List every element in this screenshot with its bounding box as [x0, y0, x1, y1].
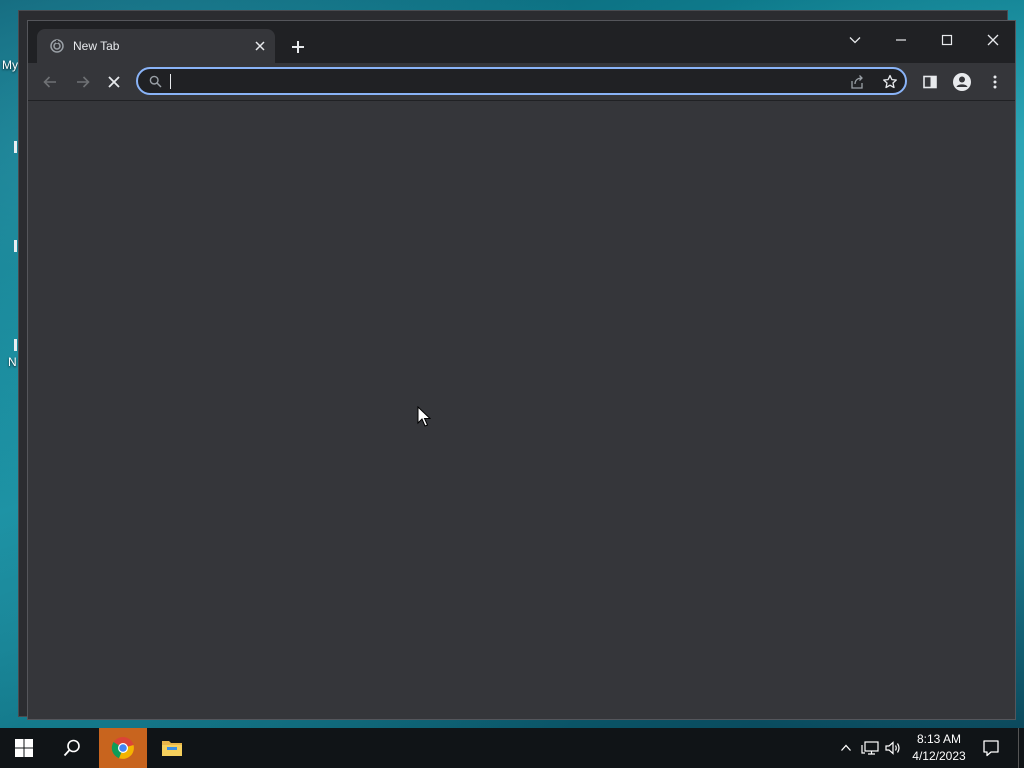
taskbar-file-explorer-button[interactable] — [148, 728, 196, 768]
desktop-icon-stub[interactable] — [14, 339, 17, 351]
close-window-button[interactable] — [978, 27, 1008, 53]
close-tab-icon[interactable] — [253, 39, 267, 53]
text-caret — [170, 74, 171, 89]
taskbar-clock[interactable]: 8:13 AM 4/12/2023 — [908, 731, 970, 765]
address-bar[interactable] — [136, 67, 907, 95]
chevron-up-icon — [841, 744, 851, 751]
volume-button[interactable] — [884, 739, 902, 757]
back-button[interactable] — [39, 71, 61, 93]
address-input[interactable] — [168, 72, 812, 92]
desktop-icon-label-n[interactable]: N — [8, 355, 17, 369]
speaker-icon — [885, 741, 900, 755]
stop-x-icon — [108, 76, 120, 88]
new-tab-button[interactable] — [288, 37, 308, 57]
tab-new-tab[interactable]: New Tab — [37, 29, 275, 63]
side-panel-button[interactable] — [919, 71, 941, 93]
desktop-icon-label-my[interactable]: My — [2, 58, 18, 72]
taskbar: 8:13 AM 4/12/2023 — [0, 728, 1024, 768]
mouse-cursor-icon — [417, 406, 431, 427]
maximize-button[interactable] — [932, 27, 962, 53]
action-center-button[interactable] — [982, 739, 1000, 757]
browser-window: New Tab — [27, 20, 1016, 720]
desktop-icon-stub[interactable] — [14, 240, 17, 252]
profile-avatar-icon — [953, 73, 971, 91]
browser-toolbar — [28, 63, 1015, 101]
arrow-left-icon — [43, 76, 56, 88]
show-desktop-divider[interactable] — [1018, 728, 1019, 768]
desktop-icon-stub[interactable] — [14, 141, 17, 153]
browser-titlebar[interactable]: New Tab — [28, 21, 1015, 63]
loading-favicon-icon — [50, 39, 64, 53]
tab-title: New Tab — [73, 39, 120, 53]
arrow-right-icon — [77, 76, 90, 88]
chrome-icon — [111, 737, 134, 759]
close-icon — [987, 34, 999, 46]
minimize-icon — [896, 39, 906, 41]
forward-button[interactable] — [72, 71, 94, 93]
menu-button[interactable] — [984, 71, 1006, 93]
page-content[interactable] — [28, 101, 1015, 719]
chevron-down-icon — [849, 37, 861, 44]
taskbar-search-button[interactable] — [48, 728, 96, 768]
clock-date: 4/12/2023 — [912, 749, 966, 763]
search-icon — [149, 75, 162, 88]
side-panel-icon — [923, 75, 937, 89]
start-button[interactable] — [0, 728, 48, 768]
network-status-button[interactable] — [861, 739, 879, 757]
profile-button[interactable] — [951, 71, 973, 93]
tab-search-button[interactable] — [840, 27, 870, 53]
notification-icon — [983, 740, 999, 757]
kebab-menu-icon — [993, 75, 997, 89]
file-explorer-icon — [162, 741, 182, 756]
maximize-icon — [941, 34, 953, 46]
minimize-button[interactable] — [886, 27, 916, 53]
share-icon[interactable] — [849, 74, 865, 90]
stop-loading-button[interactable] — [103, 71, 125, 93]
search-icon — [63, 739, 80, 757]
windows-logo-icon — [15, 739, 33, 757]
taskbar-chrome-button[interactable] — [99, 728, 147, 768]
network-icon — [861, 741, 879, 755]
bookmark-star-icon[interactable] — [882, 74, 898, 90]
show-hidden-icons-button[interactable] — [837, 739, 855, 757]
clock-time: 8:13 AM — [916, 732, 962, 746]
